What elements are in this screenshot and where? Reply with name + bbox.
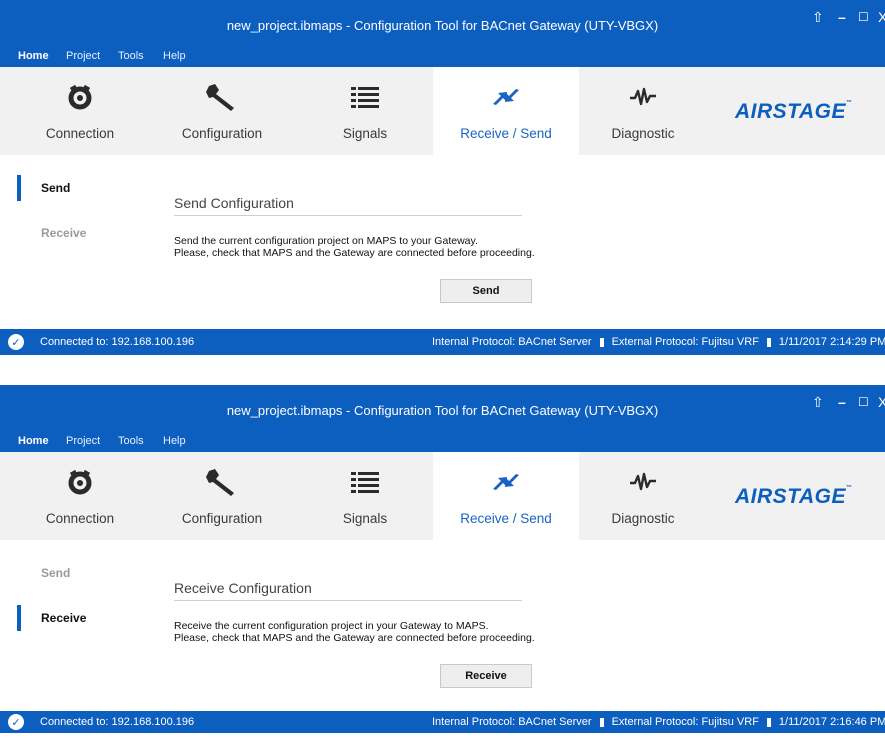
tab-label: Connection — [45, 511, 115, 526]
ribbon: Connection Configuration Signals Receive… — [0, 67, 885, 155]
separator — [599, 337, 604, 347]
wrench-icon — [162, 466, 282, 498]
sidebar-item-label: Receive — [41, 226, 87, 240]
description-line: Receive the current configuration projec… — [174, 620, 489, 632]
upload-icon[interactable]: ⇧ — [812, 10, 824, 24]
tab-label: Signals — [342, 511, 388, 526]
internal-protocol: Internal Protocol: BACnet Server — [432, 716, 592, 728]
minimize-button[interactable]: – — [838, 395, 846, 409]
protocol-status: Internal Protocol: BACnet Server External… — [432, 336, 885, 348]
window-title: new_project.ibmaps - Configuration Tool … — [226, 18, 659, 33]
tab-label: Configuration — [181, 126, 263, 141]
title-bar: new_project.ibmaps - Configuration Tool … — [0, 385, 885, 430]
section-title: Receive Configuration — [174, 580, 522, 601]
tab-label: Diagnostic — [611, 126, 675, 141]
ribbon: Connection Configuration Signals Receive… — [0, 452, 885, 540]
tab-label: Signals — [342, 126, 388, 141]
menu-home[interactable]: Home — [18, 50, 49, 62]
window-title: new_project.ibmaps - Configuration Tool … — [226, 403, 659, 418]
internal-protocol: Internal Protocol: BACnet Server — [432, 336, 592, 348]
tab-diagnostic[interactable]: Diagnostic — [583, 452, 703, 540]
tab-label: Diagnostic — [611, 511, 675, 526]
window-receive: new_project.ibmaps - Configuration Tool … — [0, 385, 885, 747]
tab-signals[interactable]: Signals — [305, 67, 425, 155]
tab-label: Connection — [45, 126, 115, 141]
status-bar: ✓ Connected to: 192.168.100.196 Internal… — [0, 329, 885, 355]
maximize-button[interactable]: ☐ — [858, 10, 869, 24]
description-line: Please, check that MAPS and the Gateway … — [174, 632, 535, 644]
pulse-icon — [583, 81, 703, 113]
description: Receive the current configuration projec… — [174, 620, 535, 644]
menu-tools[interactable]: Tools — [118, 435, 144, 447]
sidebar-item-receive[interactable]: Receive — [0, 220, 150, 246]
title-bar: new_project.ibmaps - Configuration Tool … — [0, 0, 885, 45]
menu-home[interactable]: Home — [18, 435, 49, 447]
check-icon: ✓ — [8, 334, 24, 350]
transfer-arrows-icon — [433, 466, 579, 498]
description: Send the current configuration project o… — [174, 235, 535, 259]
tab-diagnostic[interactable]: Diagnostic — [583, 67, 703, 155]
menu-help[interactable]: Help — [163, 435, 186, 447]
maximize-button[interactable]: ☐ — [858, 395, 869, 409]
tab-label: Receive / Send — [460, 511, 552, 526]
description-line: Please, check that MAPS and the Gateway … — [174, 247, 535, 259]
active-indicator — [17, 605, 21, 631]
tab-signals[interactable]: Signals — [305, 452, 425, 540]
receive-button[interactable]: Receive — [440, 664, 532, 688]
protocol-status: Internal Protocol: BACnet Server External… — [432, 716, 885, 728]
upload-icon[interactable]: ⇧ — [812, 395, 824, 409]
close-button[interactable]: X — [878, 395, 885, 409]
tab-configuration[interactable]: Configuration — [162, 452, 282, 540]
airstage-logo: AIRSTAGE™ — [735, 100, 853, 123]
sidebar-item-send[interactable]: Send — [0, 175, 150, 201]
external-protocol: External Protocol: Fujitsu VRF — [611, 716, 759, 728]
gear-plug-icon — [20, 466, 140, 498]
separator — [766, 337, 771, 347]
tab-receive-send[interactable]: Receive / Send — [433, 67, 579, 155]
list-icon — [305, 81, 425, 113]
menu-bar: Home Project Tools Help — [0, 45, 885, 67]
menu-project[interactable]: Project — [66, 435, 100, 447]
close-button[interactable]: X — [878, 10, 885, 24]
wrench-icon — [162, 81, 282, 113]
separator — [766, 717, 771, 727]
connection-status: Connected to: 192.168.100.196 — [40, 336, 195, 348]
gear-plug-icon — [20, 81, 140, 113]
sidebar-item-label: Send — [41, 181, 71, 195]
timestamp: 1/11/2017 2:16:46 PM — [778, 716, 885, 728]
window-send: new_project.ibmaps - Configuration Tool … — [0, 0, 885, 357]
menu-project[interactable]: Project — [66, 50, 100, 62]
send-button[interactable]: Send — [440, 279, 532, 303]
sidebar-item-label: Send — [41, 566, 71, 580]
section-title: Send Configuration — [174, 195, 522, 216]
tab-label: Configuration — [181, 511, 263, 526]
list-icon — [305, 466, 425, 498]
tab-configuration[interactable]: Configuration — [162, 67, 282, 155]
pulse-icon — [583, 466, 703, 498]
external-protocol: External Protocol: Fujitsu VRF — [611, 336, 759, 348]
transfer-arrows-icon — [433, 81, 579, 113]
minimize-button[interactable]: – — [838, 10, 846, 24]
menu-help[interactable]: Help — [163, 50, 186, 62]
timestamp: 1/11/2017 2:14:29 PM — [778, 336, 885, 348]
sidebar-item-send[interactable]: Send — [0, 560, 150, 586]
tab-connection[interactable]: Connection — [20, 452, 140, 540]
sidebar-item-label: Receive — [41, 611, 87, 625]
separator — [599, 717, 604, 727]
tab-connection[interactable]: Connection — [20, 67, 140, 155]
description-line: Send the current configuration project o… — [174, 235, 478, 247]
airstage-logo: AIRSTAGE™ — [735, 485, 853, 508]
connection-status: Connected to: 192.168.100.196 — [40, 716, 195, 728]
status-bar: ✓ Connected to: 192.168.100.196 Internal… — [0, 711, 885, 733]
menu-tools[interactable]: Tools — [118, 50, 144, 62]
active-indicator — [17, 175, 21, 201]
tab-receive-send[interactable]: Receive / Send — [433, 452, 579, 540]
tab-label: Receive / Send — [460, 126, 552, 141]
menu-bar: Home Project Tools Help — [0, 430, 885, 452]
check-icon: ✓ — [8, 714, 24, 730]
sidebar-item-receive[interactable]: Receive — [0, 605, 150, 631]
